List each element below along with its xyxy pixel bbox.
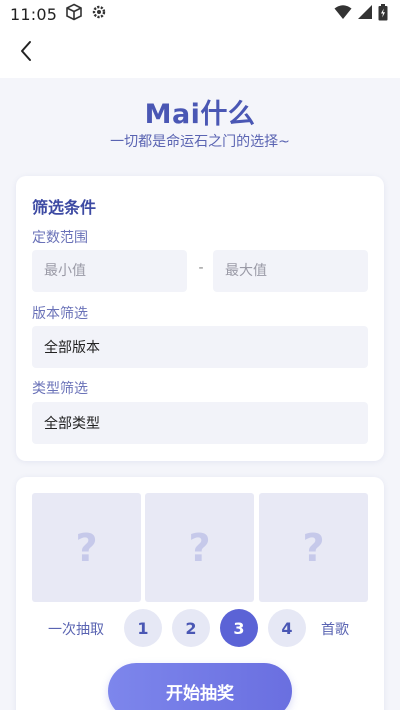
count-option-4[interactable]: 4 [268, 609, 306, 647]
type-filter-label: 类型筛选 [32, 381, 88, 397]
draw-count-label: 一次抽取 [48, 622, 104, 638]
draw-count-row: 一次抽取 1 2 3 4 首歌 [16, 609, 384, 647]
status-time: 11:05 [10, 4, 58, 24]
count-option-3[interactable]: 3 [220, 609, 258, 647]
page-subtitle: 一切都是命运石之门的选择~ [110, 134, 290, 150]
version-select[interactable]: 全部版本 [32, 326, 368, 368]
song-slot-1: ? [32, 493, 141, 602]
signal-icon [358, 4, 372, 24]
song-slot-2: ? [145, 493, 254, 602]
filter-title: 筛选条件 [32, 198, 97, 217]
count-option-1[interactable]: 1 [124, 609, 162, 647]
version-select-value: 全部版本 [44, 340, 100, 356]
page-title: Mai什么 [144, 99, 256, 130]
type-select[interactable]: 全部类型 [32, 402, 368, 444]
type-select-value: 全部类型 [44, 416, 100, 432]
back-arrow-icon [19, 40, 33, 66]
cube-icon [65, 3, 83, 25]
battery-icon [378, 3, 388, 25]
status-bar: 11:05 [0, 0, 400, 28]
start-draw-button[interactable]: 开始抽奖 [108, 663, 292, 710]
max-level-input[interactable] [213, 250, 368, 292]
range-separator: - [198, 260, 204, 276]
song-unit-label: 首歌 [321, 622, 349, 638]
wifi-icon [334, 4, 352, 24]
back-button[interactable] [12, 38, 40, 68]
draw-card: ? ? ? 一次抽取 1 2 3 4 首歌 开始抽奖 [16, 477, 384, 710]
top-bar [0, 28, 400, 78]
filter-card: 筛选条件 定数范围 - 版本筛选 全部版本 类型筛选 全部类型 [16, 176, 384, 461]
min-level-input[interactable] [32, 250, 187, 292]
level-range-label: 定数范围 [32, 230, 88, 246]
gear-icon [91, 4, 107, 24]
count-option-2[interactable]: 2 [172, 609, 210, 647]
song-slot-3: ? [259, 493, 368, 602]
version-filter-label: 版本筛选 [32, 306, 88, 322]
